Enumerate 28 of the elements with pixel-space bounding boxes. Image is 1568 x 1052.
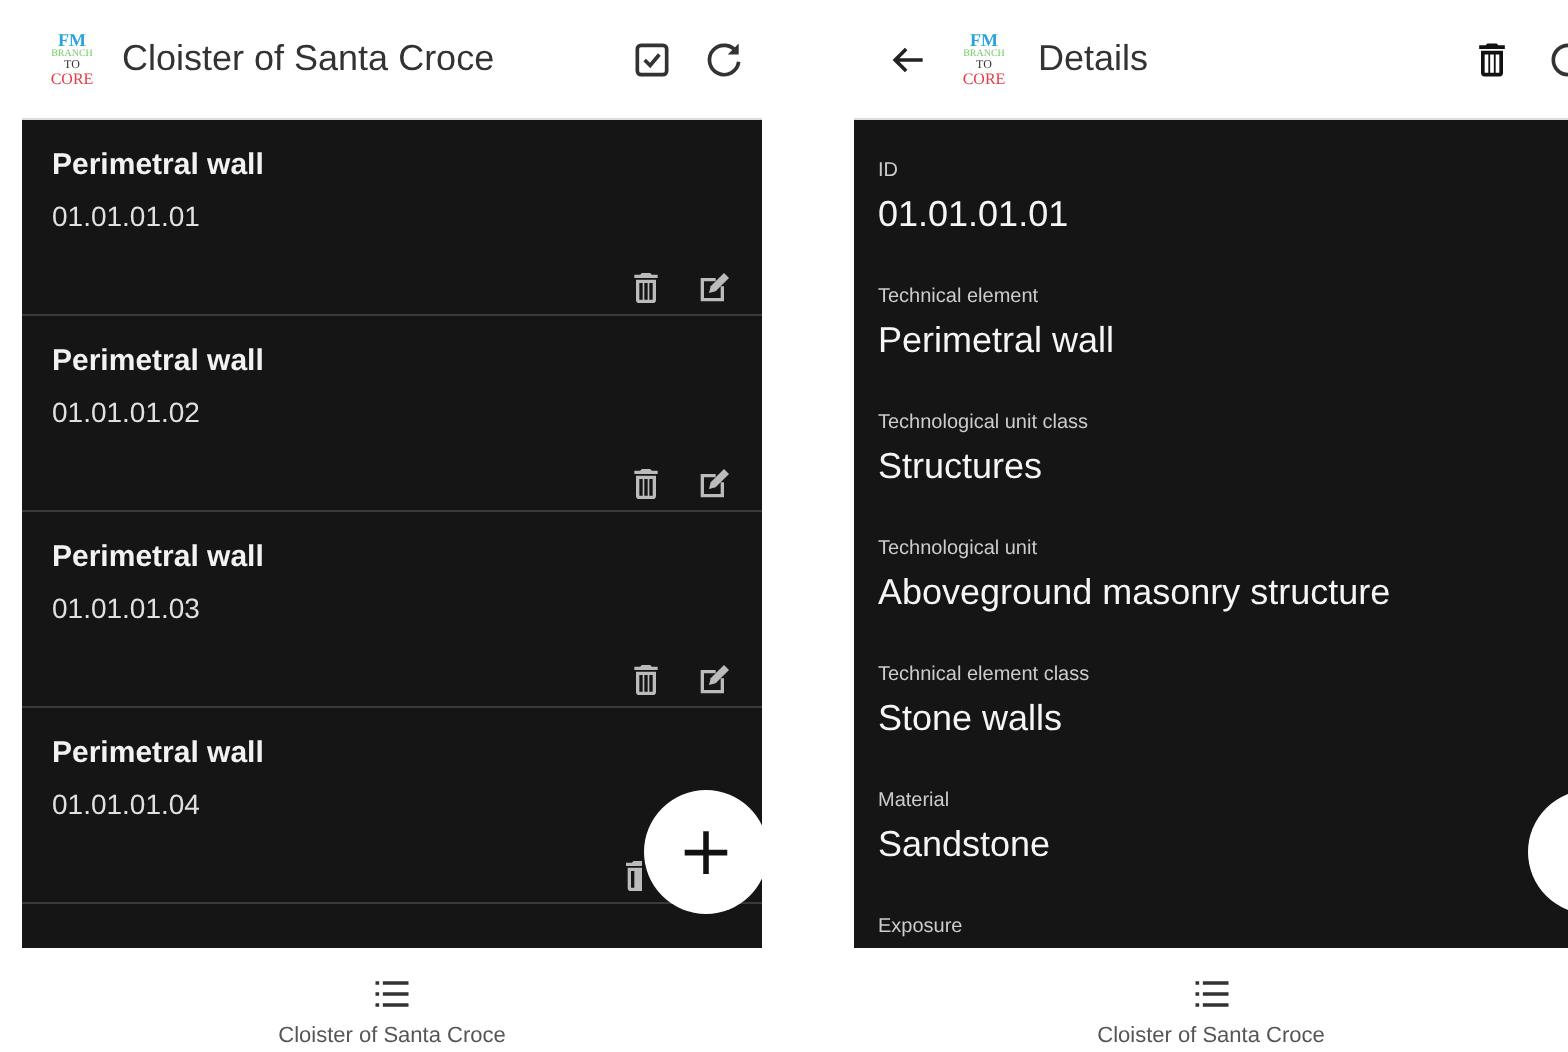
nav-label[interactable]: Cloister of Santa Croce	[278, 1024, 506, 1048]
item-code: 01.01.01.01	[52, 200, 202, 232]
field-value: Stone walls	[878, 698, 1065, 740]
field-label: Material	[878, 790, 952, 812]
screen-title: Details	[1038, 38, 1149, 80]
add-button[interactable]: +	[644, 790, 762, 914]
field-value: Perimetral wall	[878, 320, 1117, 362]
item-title[interactable]: Perimetral wall	[52, 540, 734, 574]
field-label: Technological unit class	[878, 412, 1091, 434]
item-code: 01.01.01.04	[52, 788, 202, 820]
field-label: Technological unit	[878, 538, 1039, 560]
field-value: Sandstone	[878, 824, 1053, 866]
item-title[interactable]: Perimetral wall	[52, 736, 734, 770]
item-code: 01.01.01.03	[52, 592, 202, 624]
delete-icon[interactable]	[626, 856, 642, 896]
field-label: Technical element	[878, 286, 1041, 308]
screen-title: Cloister of Santa Croce	[122, 38, 495, 80]
field-label: Exposure	[878, 916, 965, 938]
item-code: 01.01.01.02	[52, 396, 202, 428]
item-title[interactable]: Perimetral wall	[52, 344, 734, 378]
refresh-icon[interactable]	[702, 37, 746, 81]
item-title[interactable]: Perimetral wall	[52, 148, 734, 182]
field-value: 01.01.01.01	[878, 194, 1071, 236]
nav-label[interactable]: Cloister of Santa Croce	[1097, 1024, 1325, 1048]
field-label: ID	[878, 160, 900, 182]
field-label: Technical element class	[878, 664, 1092, 686]
field-value: Structures	[878, 446, 1045, 488]
field-value: Aboveground masonry structure	[878, 572, 1393, 614]
